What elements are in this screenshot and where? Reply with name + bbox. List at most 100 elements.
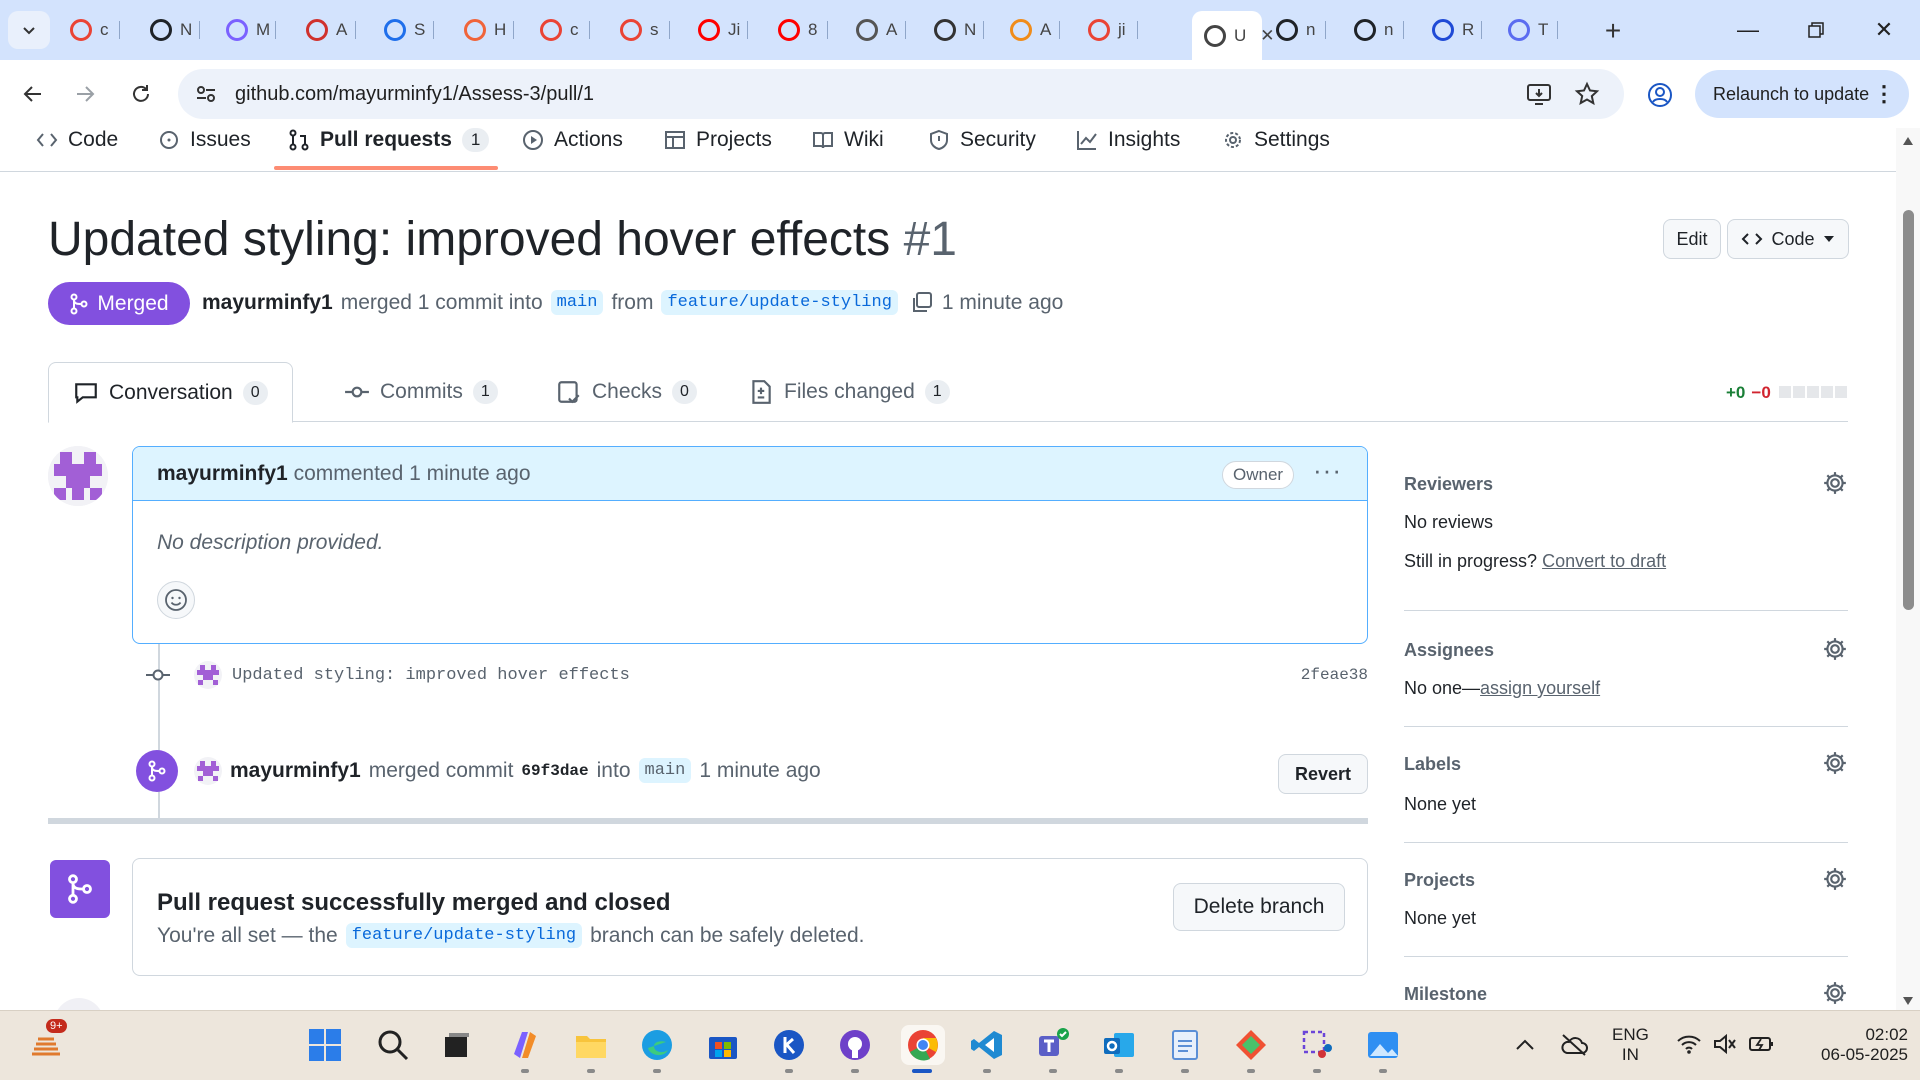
browser-tab[interactable]: S bbox=[372, 11, 434, 49]
edge-icon[interactable] bbox=[637, 1025, 677, 1065]
notepad-app-icon[interactable] bbox=[1165, 1025, 1205, 1065]
tab-conversation[interactable]: Conversation 0 bbox=[48, 362, 293, 423]
delete-branch-button[interactable]: Delete branch bbox=[1173, 883, 1345, 931]
repo-tab-projects[interactable]: Projects bbox=[664, 128, 772, 172]
gear-icon[interactable] bbox=[1822, 470, 1848, 496]
search-icon[interactable] bbox=[373, 1025, 413, 1065]
gear-icon[interactable] bbox=[1822, 636, 1848, 662]
browser-tab[interactable]: N bbox=[922, 11, 984, 49]
url-text[interactable]: github.com/mayurminfy1/Assess-3/pull/1 bbox=[235, 83, 594, 106]
repo-tab-insights[interactable]: Insights bbox=[1076, 128, 1180, 172]
profile-icon[interactable] bbox=[1647, 82, 1673, 108]
close-window-button[interactable]: ✕ bbox=[1856, 10, 1912, 50]
base-branch-link[interactable]: main bbox=[550, 290, 604, 315]
repo-tab-actions[interactable]: Actions bbox=[522, 128, 623, 172]
edit-button[interactable]: Edit bbox=[1663, 219, 1721, 259]
back-button[interactable] bbox=[14, 75, 52, 113]
chevron-up-icon[interactable] bbox=[1515, 1037, 1535, 1051]
address-bar[interactable]: github.com/mayurminfy1/Assess-3/pull/1 bbox=[178, 69, 1624, 119]
k-app-icon[interactable] bbox=[769, 1025, 809, 1065]
scroll-up-icon[interactable] bbox=[1902, 136, 1914, 146]
new-tab-button[interactable]: + bbox=[1596, 14, 1630, 48]
repo-tab-wiki[interactable]: Wiki bbox=[812, 128, 884, 172]
language-indicator[interactable]: ENG IN bbox=[1612, 1025, 1649, 1065]
tab-commits[interactable]: Commits 1 bbox=[344, 362, 498, 422]
browser-tab[interactable]: ji bbox=[1076, 11, 1138, 49]
git-app-icon[interactable] bbox=[1231, 1025, 1271, 1065]
browser-tab[interactable]: A bbox=[844, 11, 906, 49]
gear-icon[interactable] bbox=[1822, 750, 1848, 776]
chrome-icon[interactable] bbox=[901, 1025, 945, 1065]
revert-button[interactable]: Revert bbox=[1278, 754, 1368, 794]
browser-tab[interactable]: U ✕ bbox=[1192, 11, 1275, 60]
commit-message-link[interactable]: Updated styling: improved hover effects bbox=[232, 666, 630, 685]
merge-branch-link[interactable]: main bbox=[638, 758, 692, 783]
browser-tab[interactable]: T bbox=[1496, 11, 1558, 49]
tab-files-changed[interactable]: Files changed 1 bbox=[748, 362, 950, 422]
store-icon[interactable] bbox=[703, 1025, 743, 1065]
browser-tab[interactable]: A bbox=[998, 11, 1060, 49]
battery-charging-icon[interactable] bbox=[1748, 1033, 1776, 1055]
code-dropdown-button[interactable]: Code bbox=[1727, 219, 1849, 259]
diff-stat[interactable]: +0 −0 bbox=[1726, 383, 1847, 403]
gear-icon[interactable] bbox=[1822, 980, 1848, 1006]
browser-tab[interactable]: Ji bbox=[686, 11, 748, 49]
assign-yourself-link[interactable]: assign yourself bbox=[1480, 678, 1600, 698]
wifi-icon[interactable] bbox=[1676, 1033, 1702, 1055]
repo-tab-settings[interactable]: Settings bbox=[1222, 128, 1330, 172]
repo-tab-issues[interactable]: Issues bbox=[158, 128, 251, 172]
reload-button[interactable] bbox=[122, 75, 160, 113]
copilot-icon[interactable] bbox=[505, 1025, 545, 1065]
github-desktop-icon[interactable] bbox=[835, 1025, 875, 1065]
tab-checks[interactable]: Checks 0 bbox=[556, 362, 697, 422]
head-branch-link[interactable]: feature/update-styling bbox=[661, 290, 898, 315]
browser-tab[interactable]: n bbox=[1342, 11, 1404, 49]
file-explorer-icon[interactable] bbox=[571, 1025, 611, 1065]
minimize-button[interactable]: — bbox=[1720, 10, 1776, 50]
windows-start-icon[interactable] bbox=[305, 1025, 345, 1065]
repo-tab-code[interactable]: Code bbox=[36, 128, 118, 172]
add-reaction-button[interactable] bbox=[157, 581, 195, 619]
browser-tab[interactable]: H bbox=[452, 11, 514, 49]
browser-tab[interactable]: 8 bbox=[766, 11, 828, 49]
site-settings-icon[interactable] bbox=[194, 82, 218, 106]
browser-tab[interactable]: s bbox=[608, 11, 670, 49]
volume-muted-icon[interactable] bbox=[1712, 1033, 1738, 1055]
gear-icon[interactable] bbox=[1822, 866, 1848, 892]
install-app-icon[interactable] bbox=[1526, 81, 1552, 107]
teams-icon[interactable] bbox=[1033, 1025, 1073, 1065]
tab-search-button[interactable] bbox=[8, 11, 50, 49]
copy-icon[interactable] bbox=[910, 291, 934, 315]
merge-commit-sha-link[interactable]: 69f3dae bbox=[521, 762, 588, 780]
browser-tab[interactable]: A bbox=[294, 11, 356, 49]
avatar[interactable] bbox=[194, 661, 222, 689]
bookmark-star-icon[interactable] bbox=[1574, 81, 1600, 107]
forward-button[interactable] bbox=[66, 75, 104, 113]
avatar[interactable] bbox=[194, 757, 222, 785]
scrollbar-thumb[interactable] bbox=[1903, 210, 1914, 610]
photos-icon[interactable] bbox=[1363, 1025, 1403, 1065]
browser-tab[interactable]: M bbox=[214, 11, 276, 49]
avatar[interactable] bbox=[48, 446, 108, 506]
comment-options-button[interactable]: ··· bbox=[1313, 455, 1342, 486]
snipping-tool-icon[interactable] bbox=[1297, 1025, 1337, 1065]
task-view-icon[interactable] bbox=[437, 1025, 477, 1065]
browser-tab[interactable]: R bbox=[1420, 11, 1482, 49]
merge-user-link[interactable]: mayurminfy1 bbox=[230, 759, 361, 783]
browser-tab[interactable]: c bbox=[528, 11, 590, 49]
cloud-offline-icon[interactable] bbox=[1560, 1033, 1588, 1057]
browser-tab[interactable]: c bbox=[58, 11, 120, 49]
repo-tab-security[interactable]: Security bbox=[928, 128, 1036, 172]
relaunch-button[interactable]: Relaunch to update ⋮ bbox=[1695, 70, 1909, 118]
widgets-icon[interactable]: 9+ bbox=[26, 1019, 67, 1065]
browser-tab[interactable]: n bbox=[1264, 11, 1326, 49]
pr-author-link[interactable]: mayurminfy1 bbox=[202, 291, 333, 315]
restore-button[interactable] bbox=[1788, 10, 1844, 50]
browser-tab[interactable]: N bbox=[138, 11, 200, 49]
clock[interactable]: 02:02 06-05-2025 bbox=[1814, 1025, 1908, 1065]
outlook-icon[interactable] bbox=[1099, 1025, 1139, 1065]
convert-to-draft-link[interactable]: Convert to draft bbox=[1542, 551, 1666, 571]
comment-author-link[interactable]: mayurminfy1 bbox=[157, 462, 288, 485]
vscode-icon[interactable] bbox=[967, 1025, 1007, 1065]
commit-sha-link[interactable]: 2feae38 bbox=[1301, 666, 1368, 684]
